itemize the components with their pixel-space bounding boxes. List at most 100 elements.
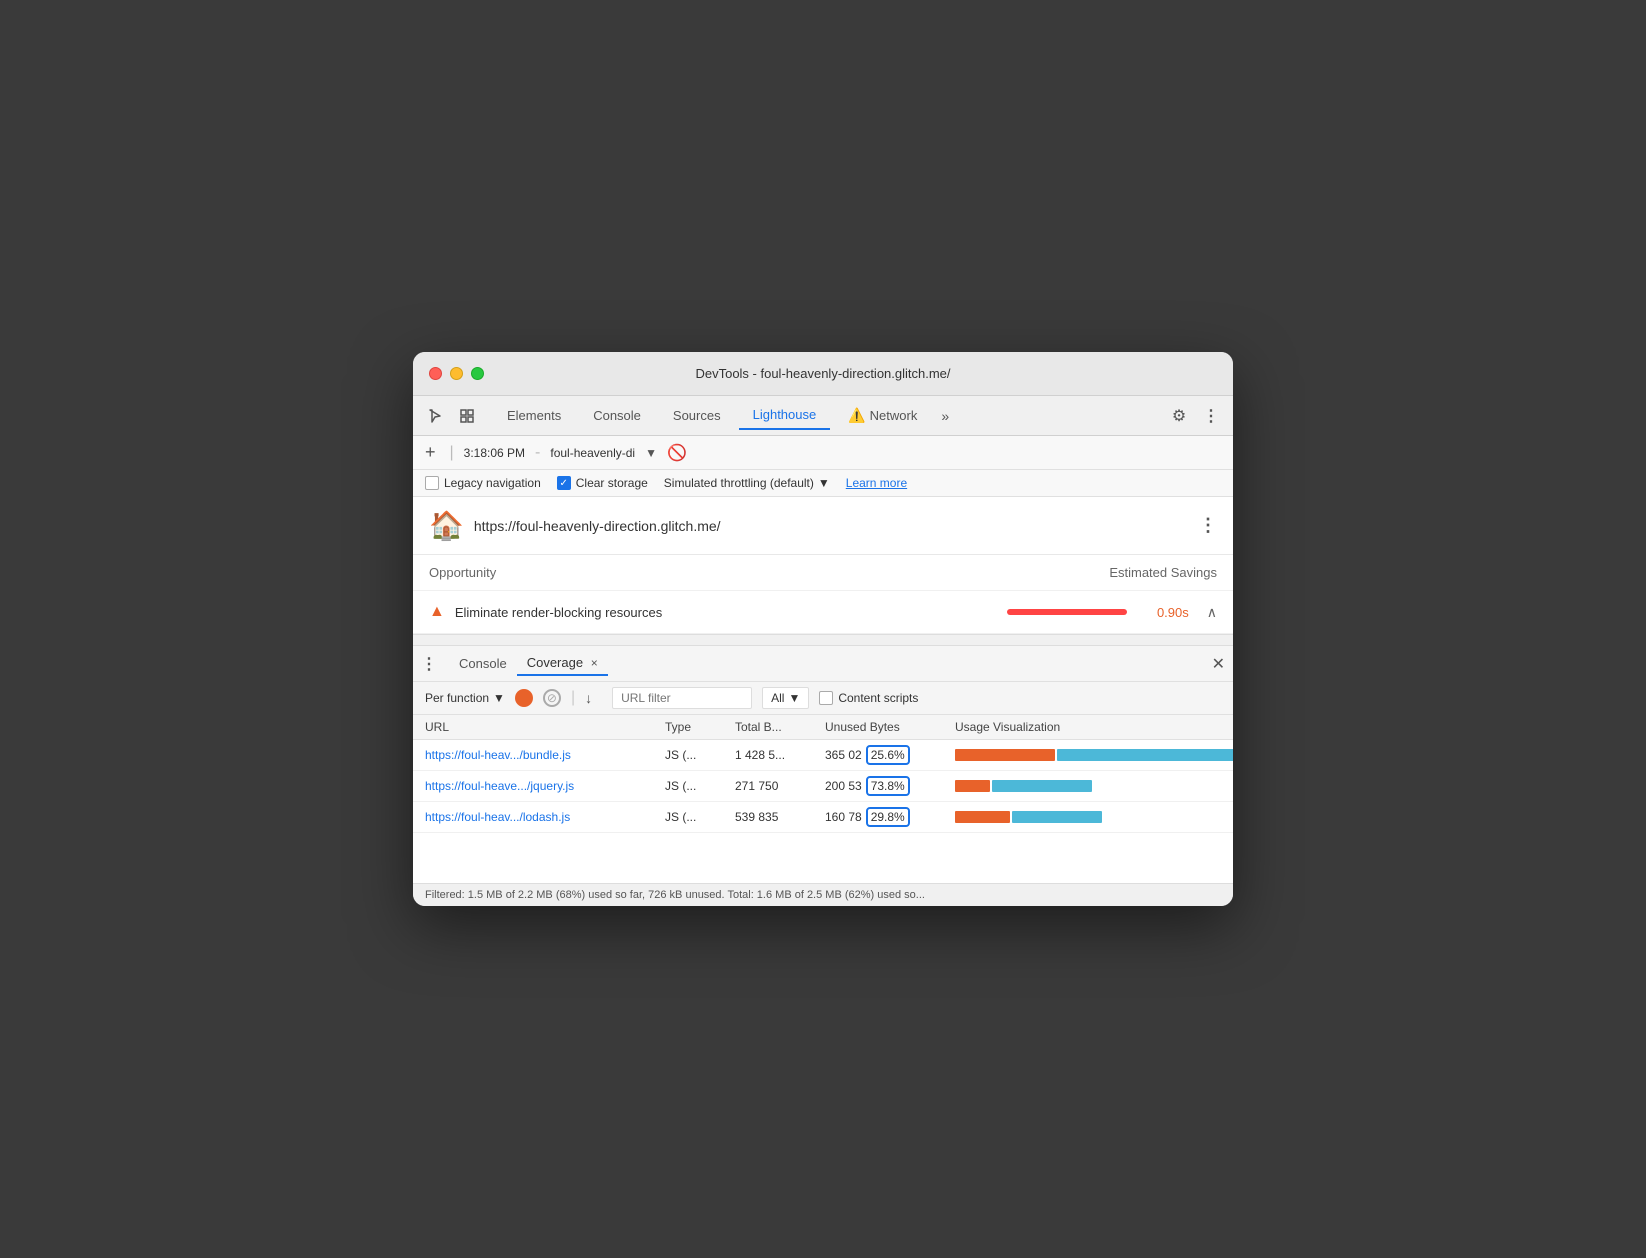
row2-url: https://foul-heave.../jquery.js: [425, 779, 665, 793]
col-unused: Unused Bytes: [825, 720, 955, 734]
lighthouse-icon: 🏠: [429, 509, 464, 542]
url-dropdown[interactable]: ▼: [645, 446, 657, 460]
clear-storage-checkbox[interactable]: ✓: [557, 476, 571, 490]
cursor-icon[interactable]: [421, 402, 449, 430]
tab-lighthouse[interactable]: Lighthouse: [739, 401, 831, 430]
throttling-dropdown[interactable]: Simulated throttling (default) ▼: [664, 476, 830, 490]
devtools-window: DevTools - foul-heavenly-direction.glitc…: [413, 352, 1233, 906]
inspect-icon[interactable]: [453, 402, 481, 430]
row1-unused-cell: 365 02 25.6%: [825, 745, 955, 765]
row1-url: https://foul-heav.../bundle.js: [425, 748, 665, 762]
more-options-icon[interactable]: ⋮: [1197, 402, 1225, 430]
toolbar-separator: |: [450, 444, 454, 462]
per-function-label: Per function: [425, 691, 489, 705]
content-scripts-checkbox-item[interactable]: Content scripts: [819, 691, 918, 705]
legacy-nav-checkbox[interactable]: [425, 476, 439, 490]
tab-nav-icons: [421, 402, 481, 430]
content-scripts-checkbox[interactable]: [819, 691, 833, 705]
throttling-arrow: ▼: [818, 476, 830, 490]
row2-type: JS (...: [665, 779, 735, 793]
opportunity-bar: [1007, 609, 1127, 615]
record-button[interactable]: [515, 689, 533, 707]
title-bar: DevTools - foul-heavenly-direction.glitc…: [413, 352, 1233, 396]
row3-percent: 29.8%: [866, 807, 910, 827]
toolbar-separator-2: -: [535, 444, 540, 462]
settings-icon[interactable]: ⚙: [1165, 402, 1193, 430]
type-filter-dropdown[interactable]: All ▼: [762, 687, 809, 709]
panel-divider: [413, 634, 1233, 646]
devtools-toolbar: + | 3:18:06 PM - foul-heavenly-di ▼ 🚫: [413, 436, 1233, 470]
add-button[interactable]: +: [425, 442, 436, 463]
row3-used-bar: [955, 811, 1010, 823]
toolbar-time: 3:18:06 PM: [464, 446, 525, 460]
tab-console[interactable]: Console: [579, 402, 655, 429]
tab-network[interactable]: ⚠️ Network: [834, 401, 931, 430]
row2-unused-raw: 200 53: [825, 779, 862, 793]
lighthouse-header: 🏠 https://foul-heavenly-direction.glitch…: [413, 497, 1233, 555]
maximize-button[interactable]: [471, 367, 484, 380]
col-total: Total B...: [735, 720, 825, 734]
row2-used-bar: [955, 780, 990, 792]
table-row[interactable]: https://foul-heav.../lodash.js JS (... 5…: [413, 802, 1233, 833]
row3-unused-raw: 160 78: [825, 810, 862, 824]
opportunity-row[interactable]: ▲ Eliminate render-blocking resources 0.…: [413, 591, 1233, 634]
row2-usage-viz: [955, 779, 1221, 793]
per-function-arrow: ▼: [493, 691, 505, 705]
coverage-tab-bar: ⋮ Console Coverage × ✕: [413, 646, 1233, 682]
table-header-row: URL Type Total B... Unused Bytes Usage V…: [413, 715, 1233, 740]
no-entry-icon[interactable]: 🚫: [667, 443, 687, 463]
opportunity-title: Eliminate render-blocking resources: [455, 605, 997, 620]
legacy-nav-checkbox-item[interactable]: Legacy navigation: [425, 476, 541, 490]
coverage-table: URL Type Total B... Unused Bytes Usage V…: [413, 715, 1233, 833]
window-title: DevTools - foul-heavenly-direction.glitc…: [695, 366, 950, 381]
row1-percent: 25.6%: [866, 745, 910, 765]
opportunity-chevron-icon[interactable]: ∧: [1207, 604, 1217, 621]
content-scripts-label: Content scripts: [838, 691, 918, 705]
lighthouse-url: https://foul-heavenly-direction.glitch.m…: [474, 518, 1189, 534]
row1-total: 1 428 5...: [735, 748, 825, 762]
download-icon[interactable]: ↓: [585, 690, 592, 706]
coverage-toolbar: Per function ▼ ⊘ | ↓ All ▼ Content scrip…: [413, 682, 1233, 715]
tab-sources[interactable]: Sources: [659, 402, 735, 429]
clear-button[interactable]: ⊘: [543, 689, 561, 707]
url-filter-input[interactable]: [612, 687, 752, 709]
learn-more-link[interactable]: Learn more: [846, 476, 907, 490]
toolbar-divider: |: [571, 689, 575, 707]
coverage-tab-label[interactable]: Coverage: [527, 655, 583, 670]
tab-elements[interactable]: Elements: [493, 402, 575, 429]
more-tabs-button[interactable]: »: [935, 402, 955, 430]
row2-total: 271 750: [735, 779, 825, 793]
minimize-button[interactable]: [450, 367, 463, 380]
close-button[interactable]: [429, 367, 442, 380]
all-label: All: [771, 691, 784, 705]
opportunity-bar-container: [1007, 609, 1147, 615]
col-viz: Usage Visualization: [955, 720, 1221, 734]
close-coverage-tab-icon[interactable]: ×: [591, 656, 598, 670]
table-row[interactable]: https://foul-heav.../bundle.js JS (... 1…: [413, 740, 1233, 771]
per-function-dropdown[interactable]: Per function ▼: [425, 691, 505, 705]
row3-total: 539 835: [735, 810, 825, 824]
row1-unused-raw: 365 02: [825, 748, 862, 762]
legacy-nav-label: Legacy navigation: [444, 476, 541, 490]
col-type: Type: [665, 720, 735, 734]
toolbar-url: foul-heavenly-di: [550, 446, 635, 460]
opportunity-savings: 0.90s: [1157, 605, 1189, 620]
estimated-savings-label: Estimated Savings: [1109, 565, 1217, 580]
status-text: Filtered: 1.5 MB of 2.2 MB (68%) used so…: [425, 889, 925, 901]
status-bar: Filtered: 1.5 MB of 2.2 MB (68%) used so…: [413, 883, 1233, 906]
clear-storage-checkbox-item[interactable]: ✓ Clear storage: [557, 476, 648, 490]
traffic-lights: [429, 367, 484, 380]
clear-storage-label: Clear storage: [576, 476, 648, 490]
row1-usage-viz: [955, 748, 1233, 762]
row3-unused-bar: [1012, 811, 1102, 823]
tab-console-coverage[interactable]: Console: [449, 652, 517, 675]
filter-arrow-icon: ▼: [788, 691, 800, 705]
row3-unused-cell: 160 78 29.8%: [825, 807, 955, 827]
row1-unused-bar: [1057, 749, 1233, 761]
table-row[interactable]: https://foul-heave.../jquery.js JS (... …: [413, 771, 1233, 802]
lighthouse-menu-icon[interactable]: ⋮: [1199, 515, 1217, 536]
close-panel-icon[interactable]: ✕: [1212, 654, 1225, 674]
col-url: URL: [425, 720, 665, 734]
coverage-more-icon[interactable]: ⋮: [421, 654, 437, 674]
opportunity-header: Opportunity Estimated Savings: [413, 555, 1233, 591]
